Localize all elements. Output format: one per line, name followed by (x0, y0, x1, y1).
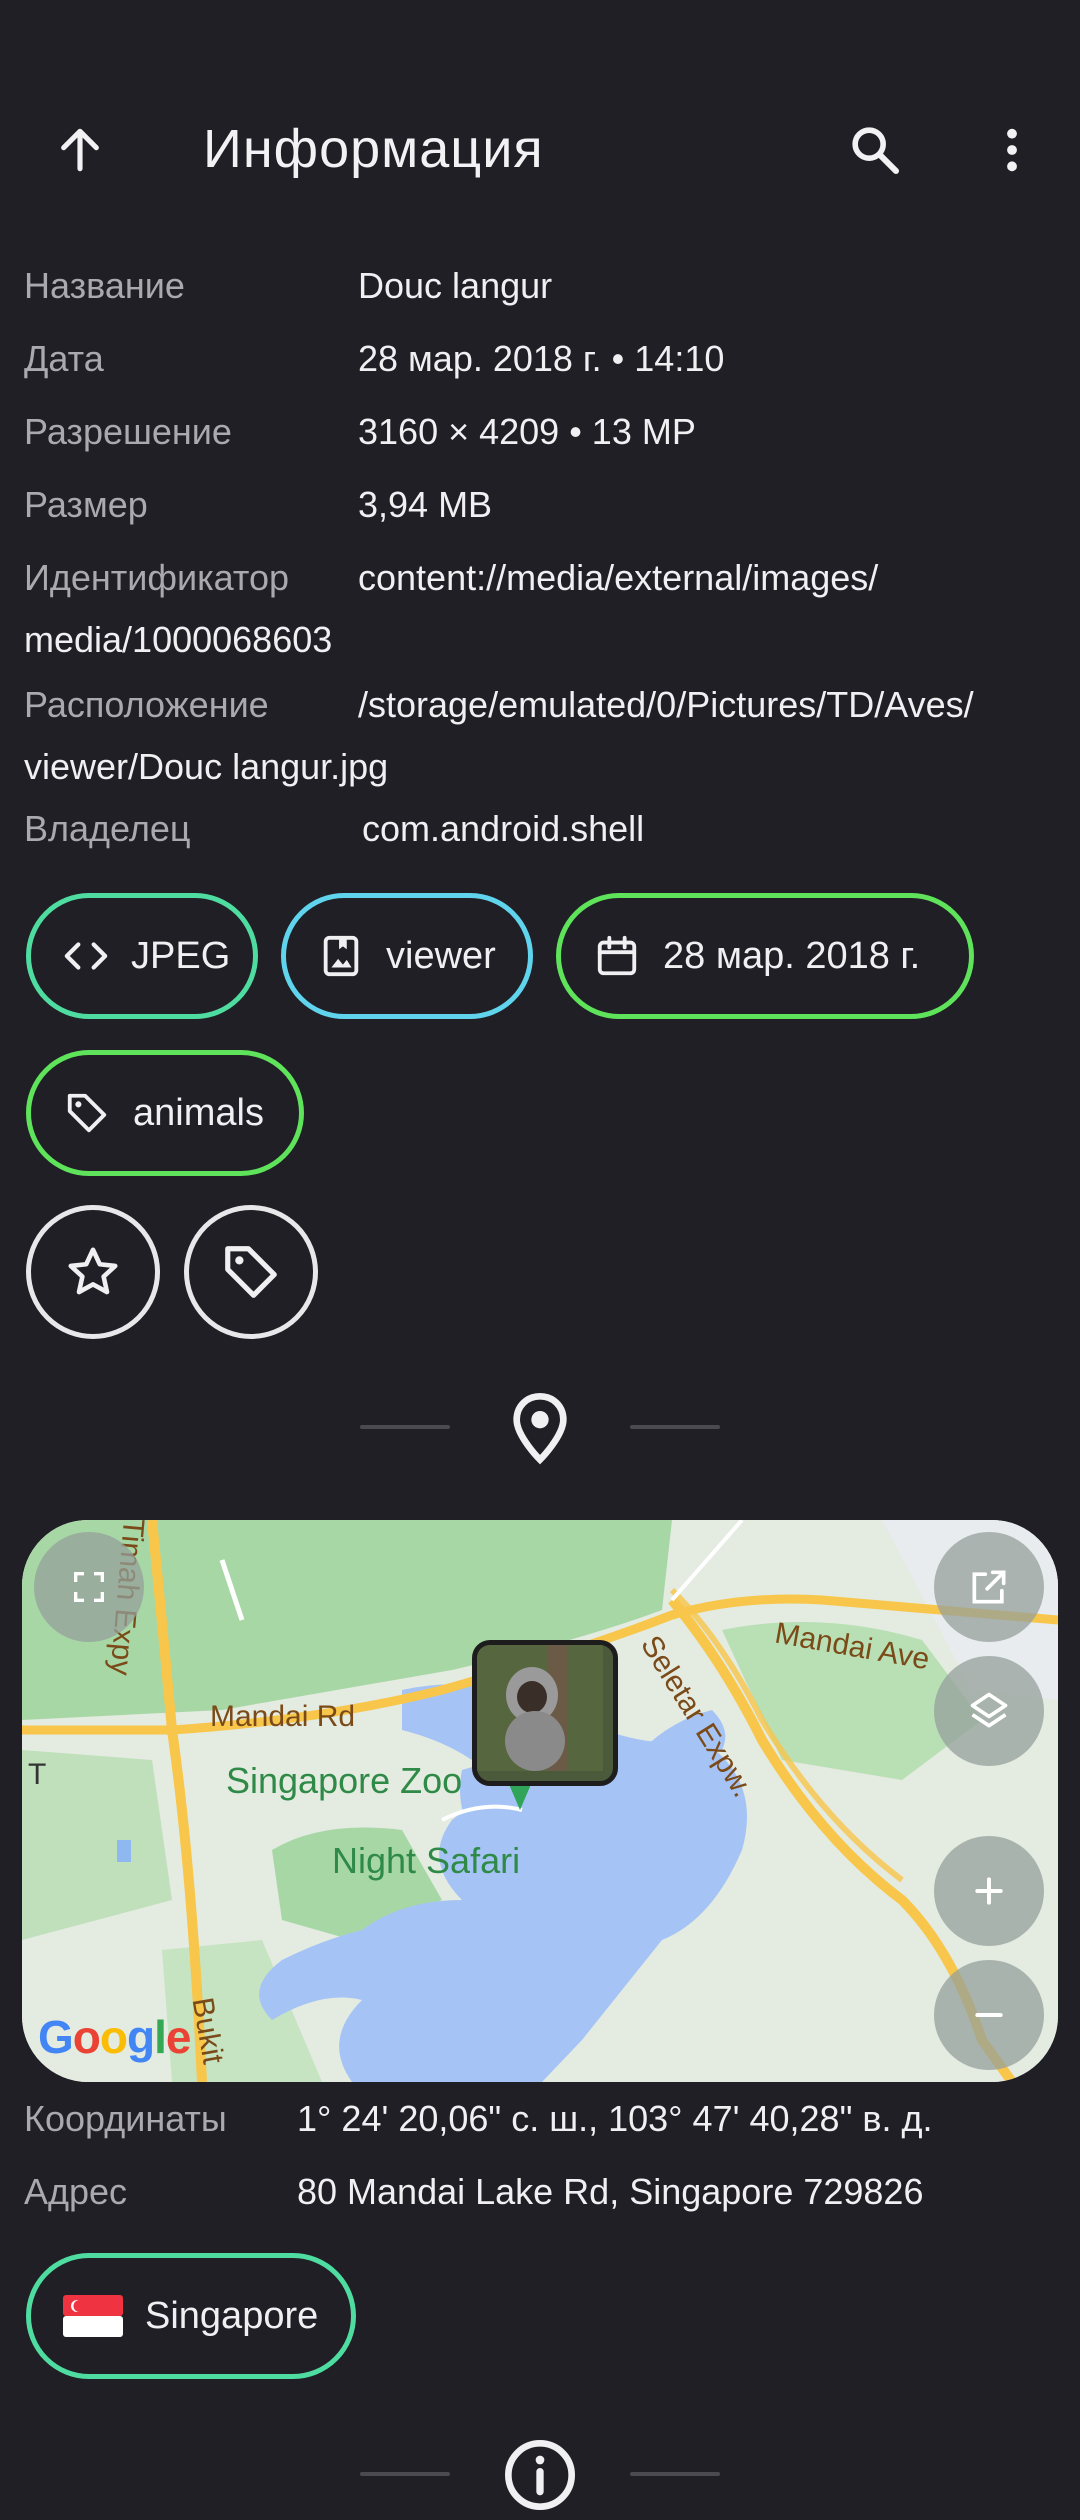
fullscreen-button[interactable] (34, 1532, 144, 1642)
more-options-icon[interactable] (972, 110, 1052, 190)
info-label: Размер (24, 484, 148, 525)
tag-icon (225, 1246, 277, 1298)
info-value: 1° 24' 20,06" с. ш., 103° 47' 40,28" в. … (297, 2098, 933, 2139)
section-divider-info (0, 2430, 1080, 2520)
info-page: Информация Название Douc langur Дата 28 … (0, 0, 1080, 2520)
info-label: Дата (24, 338, 104, 379)
chip-date[interactable]: 28 мар. 2018 г. (556, 893, 974, 1019)
info-value: Douc langur (358, 265, 553, 306)
section-divider-location (0, 1383, 1080, 1473)
open-in-new-icon (972, 1570, 1006, 1604)
google-letter: l (154, 2011, 167, 2063)
info-value-continued: media/1000068603 (24, 619, 333, 660)
tag-icon (63, 1089, 111, 1137)
info-value: /storage/emulated/0/Pictures/TD/Aves/ (358, 684, 974, 725)
chip-label: Singapore (145, 2294, 319, 2337)
chip-album[interactable]: viewer (281, 893, 533, 1019)
zoom-in-button[interactable] (934, 1836, 1044, 1946)
info-value: com.android.shell (362, 808, 645, 849)
google-letter: o (72, 2011, 101, 2063)
info-icon (500, 2435, 580, 2515)
info-value: content://media/external/images/ (358, 557, 879, 598)
chip-tag[interactable]: animals (26, 1050, 304, 1176)
google-letter: e (165, 2011, 192, 2063)
google-logo: Google (38, 2010, 192, 2064)
plus-icon (975, 1877, 1003, 1905)
open-external-button[interactable] (934, 1532, 1044, 1642)
photo-marker[interactable] (472, 1640, 618, 1786)
chip-label: animals (133, 1091, 264, 1134)
app-bar: Информация (0, 90, 1080, 210)
fullscreen-icon (74, 1572, 104, 1602)
code-icon (63, 932, 109, 980)
album-icon (318, 932, 364, 980)
info-label: Расположение (24, 684, 269, 725)
chip-label: 28 мар. 2018 г. (663, 934, 921, 977)
info-label: Идентификатор (24, 557, 290, 598)
info-value: 28 мар. 2018 г. • 14:10 (358, 338, 725, 379)
info-value-continued: viewer/Douc langur.jpg (24, 746, 389, 787)
info-label: Разрешение (24, 411, 232, 452)
chip-format[interactable]: JPEG (26, 893, 258, 1019)
info-label: Координаты (24, 2098, 227, 2139)
info-value: 3160 × 4209 • 13 MP (358, 411, 696, 452)
singapore-flag-icon (63, 2292, 123, 2340)
layers-icon (970, 1692, 1008, 1728)
page-title: Информация (203, 119, 544, 179)
monkey-thumbnail-icon (477, 1645, 603, 1771)
google-letter: G (38, 2011, 74, 2063)
map-label-zoo: Singapore Zoo (226, 1760, 463, 1801)
map-base (22, 1520, 1058, 2082)
minus-icon (975, 2013, 1003, 2017)
map-layers-button[interactable] (934, 1656, 1044, 1766)
info-label: Владелец (24, 808, 191, 849)
divider-line (360, 1425, 450, 1429)
chip-label: viewer (386, 934, 496, 977)
info-label: Адрес (24, 2171, 128, 2212)
map-label-t: T (28, 1758, 47, 1791)
favorite-button[interactable] (26, 1205, 160, 1339)
divider-line (630, 2472, 720, 2476)
chip-country[interactable]: Singapore (26, 2253, 356, 2379)
info-value: 80 Mandai Lake Rd, Singapore 729826 (297, 2171, 924, 2212)
divider-line (360, 2472, 450, 2476)
info-label: Название (24, 265, 185, 306)
search-icon[interactable] (835, 110, 915, 190)
divider-line (630, 1425, 720, 1429)
back-up-arrow-icon[interactable] (40, 110, 120, 190)
info-value: 3,94 MB (358, 484, 493, 525)
calendar-icon (593, 932, 641, 980)
google-letter: o (99, 2011, 128, 2063)
google-letter: g (127, 2011, 155, 2063)
location-pin-icon (500, 1388, 580, 1468)
zoom-out-button[interactable] (934, 1960, 1044, 2070)
star-icon (68, 1247, 118, 1295)
map-label-mandai-rd: Mandai Rd (210, 1700, 356, 1733)
location-map[interactable]: Mandai Rd Mandai Ave Seletar Expw. Timah… (22, 1520, 1058, 2082)
add-tag-button[interactable] (184, 1205, 318, 1339)
chip-label: JPEG (131, 934, 231, 977)
map-label-night-safari: Night Safari (332, 1840, 521, 1881)
